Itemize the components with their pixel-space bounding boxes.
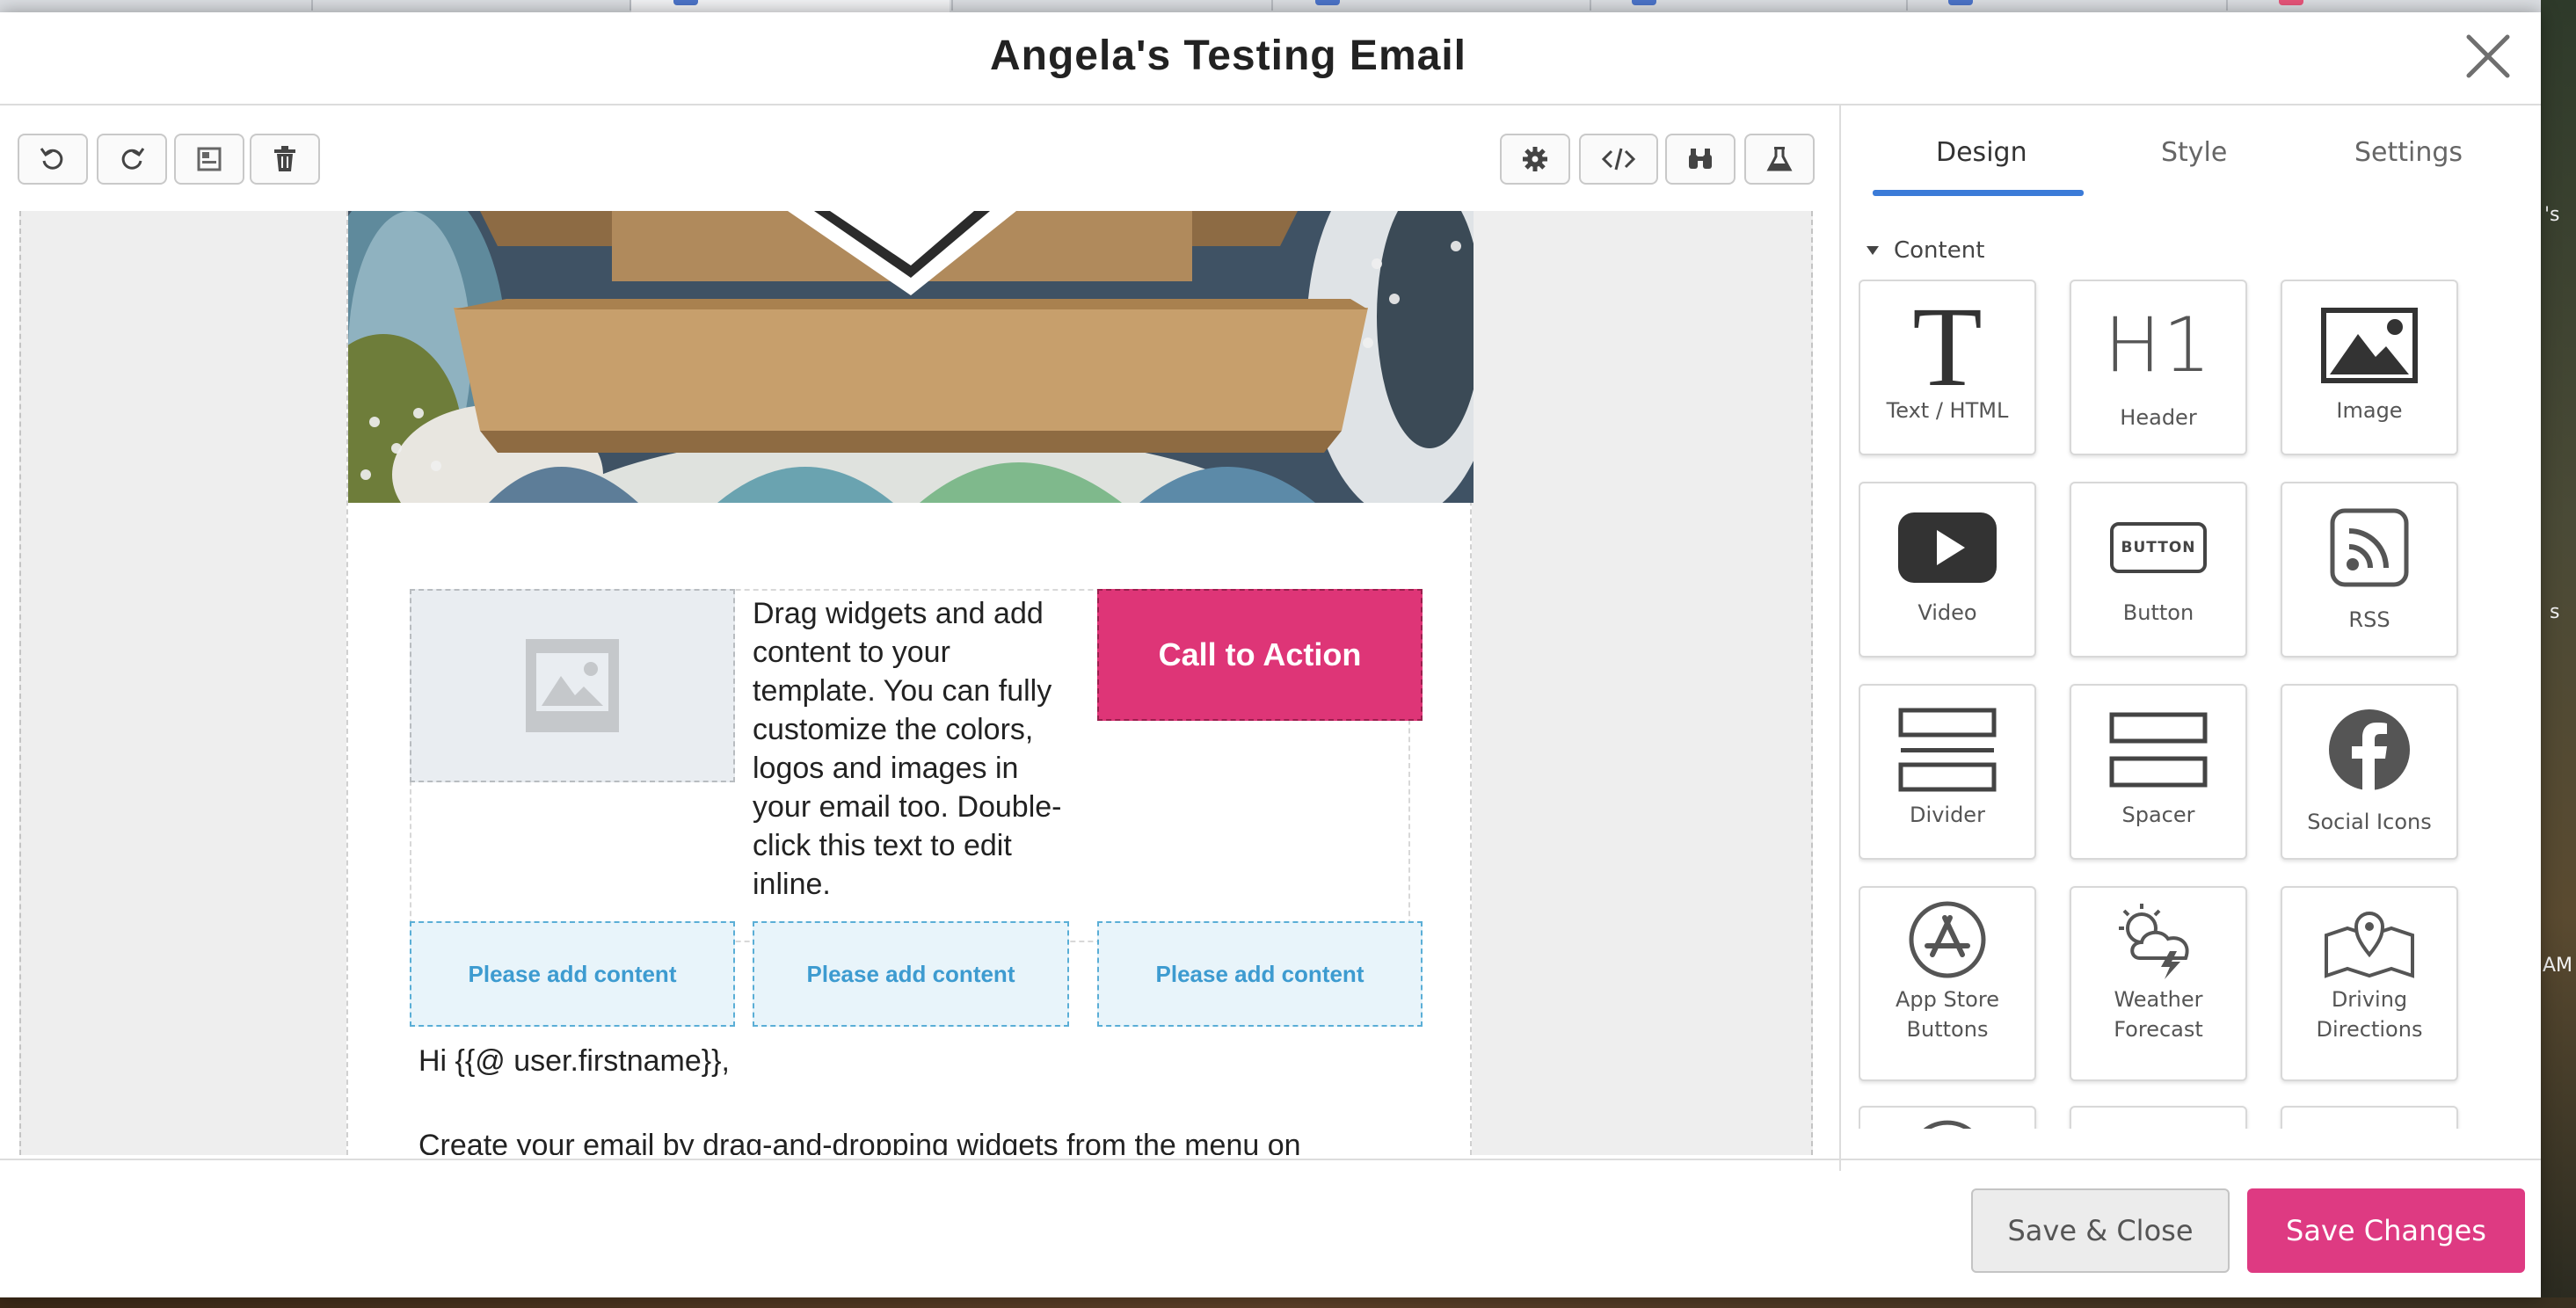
add-content-slot[interactable]: Please add content <box>1097 921 1423 1027</box>
facebook-icon <box>2329 709 2410 792</box>
undo-icon <box>40 148 63 170</box>
email-body: Drag widgets and add content to your tem… <box>346 211 1474 1155</box>
rss-icon <box>2330 508 2409 587</box>
image-icon <box>2321 308 2418 383</box>
widget-text-html[interactable]: T Text / HTML <box>1859 280 2036 455</box>
widget-divider[interactable]: Divider <box>1859 684 2036 860</box>
map-pin-icon <box>2325 912 2414 978</box>
divider-icon <box>1898 708 1997 792</box>
desktop-text-fragment: 's <box>2544 204 2560 226</box>
browser-tab-strip <box>0 0 2541 12</box>
redo-icon <box>121 148 145 170</box>
save-and-close-button[interactable]: Save & Close <box>1971 1188 2230 1273</box>
save-changes-button[interactable]: Save Changes <box>2247 1188 2525 1273</box>
desktop-text-fragment: AM <box>2543 955 2573 977</box>
widget-rss[interactable]: RSS <box>2281 482 2458 658</box>
desktop-text-fragment: s <box>2550 601 2560 623</box>
partial-widget-icon <box>1923 1120 1972 1129</box>
video-icon <box>1898 512 1997 583</box>
tab-separator <box>951 0 953 11</box>
modal-title: Angela's Testing Email <box>990 33 1466 79</box>
partial-widget-icon <box>2282 1116 2456 1129</box>
trash-icon <box>274 146 295 171</box>
image-placeholder[interactable] <box>410 589 735 782</box>
modal-footer: Save & Close Save Changes <box>0 1159 2541 1297</box>
tab-separator <box>1590 0 1591 11</box>
tab-separator <box>1906 0 1908 11</box>
widget-video[interactable]: Video <box>1859 482 2036 658</box>
widget-driving-directions[interactable]: Driving Directions <box>2281 886 2458 1081</box>
tab-design[interactable]: Design <box>1936 137 2027 168</box>
gear-icon <box>1523 147 1547 171</box>
widget-image[interactable]: Image <box>2281 280 2458 455</box>
widget-partial[interactable] <box>2281 1106 2458 1129</box>
undo-button[interactable] <box>18 134 88 185</box>
tab-separator <box>311 0 313 11</box>
close-button[interactable] <box>2462 30 2514 83</box>
content-section-toggle[interactable]: Content <box>1866 237 1984 264</box>
email-editor-modal: Angela's Testing Email Drag widgets and … <box>0 12 2541 1297</box>
widget-app-store-buttons[interactable]: App Store Buttons <box>1859 886 2036 1081</box>
caret-down-icon <box>1867 246 1879 255</box>
svg-text:T: T <box>1912 297 1982 394</box>
template-button[interactable] <box>174 134 244 185</box>
tab-settings[interactable]: Settings <box>2354 137 2463 168</box>
desktop-background-strip <box>0 1297 2576 1308</box>
hero-photo <box>348 211 1474 503</box>
hero-image[interactable] <box>348 211 1474 503</box>
button-icon: BUTTON <box>2110 522 2207 573</box>
test-button[interactable] <box>1744 134 1815 185</box>
intro-text[interactable]: Create your email by drag-and-dropping w… <box>418 1129 1301 1155</box>
desktop-background: 's s AM <box>2541 0 2576 1308</box>
flask-icon <box>1766 147 1793 171</box>
preview-button[interactable] <box>1665 134 1736 185</box>
redo-button[interactable] <box>97 134 167 185</box>
widget-partial[interactable] <box>2070 1106 2247 1129</box>
delete-button[interactable] <box>250 134 320 185</box>
image-placeholder-icon <box>526 639 619 732</box>
body-text[interactable]: Drag widgets and add content to your tem… <box>753 594 1078 904</box>
widget-social-icons[interactable]: Social Icons <box>2281 684 2458 860</box>
tab-style[interactable]: Style <box>2161 137 2227 168</box>
call-to-action-button[interactable]: Call to Action <box>1097 589 1423 721</box>
close-icon <box>2466 34 2510 78</box>
code-view-button[interactable] <box>1579 134 1658 185</box>
tab-separator <box>1271 0 1273 11</box>
widget-button[interactable]: BUTTON Button <box>2070 482 2247 658</box>
widget-weather-forecast[interactable]: Weather Forecast <box>2070 886 2247 1081</box>
weather-icon <box>2119 904 2189 979</box>
greeting-text[interactable]: Hi {{@ user.firstname}}, <box>418 1044 730 1079</box>
email-canvas[interactable]: Drag widgets and add content to your tem… <box>19 211 1813 1155</box>
tab-favicon <box>1632 0 1656 5</box>
content-section-title: Content <box>1894 237 1985 264</box>
template-icon <box>197 147 222 171</box>
modal-header: Angela's Testing Email <box>0 12 2541 105</box>
app-store-icon <box>1909 901 1986 978</box>
widget-header[interactable]: H1 Header <box>2070 280 2247 455</box>
tab-favicon <box>1948 0 1973 5</box>
text-icon: T <box>1912 297 1982 394</box>
add-content-slot[interactable]: Please add content <box>753 921 1069 1027</box>
code-icon <box>1601 148 1636 171</box>
design-panel: Design Style Settings Content T Text / H… <box>1839 105 2541 1171</box>
active-tab-indicator <box>1873 190 2084 196</box>
tab-favicon <box>1315 0 1340 5</box>
h1-icon: H1 <box>2104 302 2213 389</box>
binoculars-icon <box>1689 149 1712 169</box>
spacer-icon <box>2109 712 2208 788</box>
tab-favicon <box>673 0 698 5</box>
tab-separator <box>2226 0 2228 11</box>
tab-favicon <box>2279 0 2303 5</box>
widget-grid: T Text / HTML H1 Header Image Video BUTT… <box>1859 280 2527 1129</box>
widget-spacer[interactable]: Spacer <box>2070 684 2247 860</box>
add-content-slot[interactable]: Please add content <box>410 921 735 1027</box>
widget-partial[interactable] <box>1859 1106 2036 1129</box>
settings-button[interactable] <box>1500 134 1570 185</box>
partial-widget-icon <box>2071 1116 2245 1129</box>
